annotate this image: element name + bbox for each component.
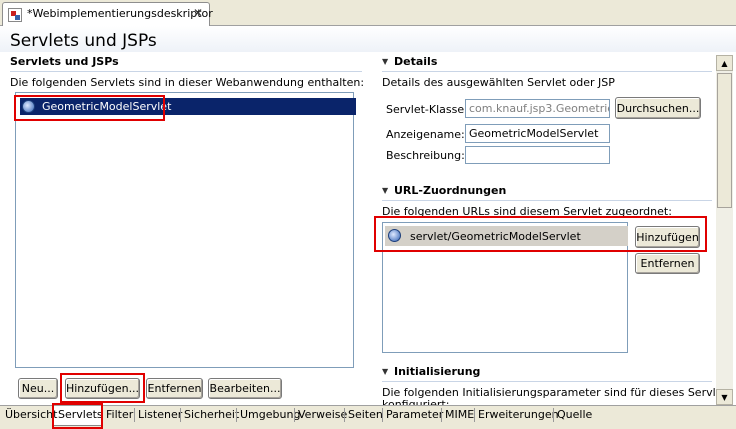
divider: [382, 71, 712, 72]
display-name-field[interactable]: GeometricModelServlet: [465, 124, 610, 143]
tab-source[interactable]: Quelle: [557, 408, 592, 421]
url-mappings-section-title: URL-Zuordnungen: [394, 184, 507, 197]
tab-separator: [382, 408, 383, 422]
tab-separator: [344, 408, 345, 422]
servlet-class-field[interactable]: com.knauf.jsp3.GeometricMc: [465, 99, 610, 118]
editor-tab[interactable]: *Webimplementierungsdeskriptor ✕: [2, 2, 213, 26]
tab-separator: [236, 408, 237, 422]
servlet-class-label: Servlet-Klasse:: [386, 103, 468, 116]
servlets-list[interactable]: [15, 92, 354, 368]
browse-button[interactable]: Durchsuchen...: [615, 97, 701, 119]
divider: [10, 71, 362, 72]
tab-parameters[interactable]: Parameter: [386, 408, 443, 421]
servlets-description: Die folgenden Servlets sind in dieser We…: [10, 76, 365, 89]
tab-separator: [553, 408, 554, 422]
collapse-icon[interactable]: ▼: [382, 367, 388, 376]
editor-tab-label: *Webimplementierungsdeskriptor: [27, 7, 213, 20]
tab-separator: [180, 408, 181, 422]
close-icon[interactable]: ✕: [193, 6, 203, 20]
tab-separator: [474, 408, 475, 422]
web-descriptor-icon: [8, 8, 22, 22]
highlight-servlets-tab: [52, 403, 103, 429]
tab-environment[interactable]: Umgebung: [240, 408, 300, 421]
divider: [382, 381, 712, 382]
scroll-up-icon[interactable]: ▲: [716, 55, 733, 71]
tab-overview[interactable]: Übersicht: [5, 408, 57, 421]
tab-separator: [134, 408, 135, 422]
servlets-section-title: Servlets und JSPs: [10, 55, 119, 68]
tab-mime[interactable]: MIME: [445, 408, 474, 421]
tab-listener[interactable]: Listener: [138, 408, 182, 421]
remove-servlet-button[interactable]: Entfernen: [146, 378, 203, 399]
scroll-thumb[interactable]: [717, 73, 732, 208]
edit-servlet-button[interactable]: Bearbeiten...: [208, 378, 282, 399]
details-description: Details des ausgewählten Servlet oder JS…: [382, 76, 615, 89]
collapse-icon[interactable]: ▼: [382, 186, 388, 195]
tab-extensions[interactable]: Erweiterungen: [478, 408, 559, 421]
highlight-servlet: [14, 95, 165, 121]
tab-separator: [441, 408, 442, 422]
display-name-label: Anzeigename:: [386, 128, 465, 141]
tab-security[interactable]: Sicherheit: [184, 408, 239, 421]
tab-filter[interactable]: Filter: [106, 408, 133, 421]
description-label: Beschreibung:: [386, 149, 465, 162]
new-button[interactable]: Neu...: [18, 378, 58, 399]
highlight-add-button: [60, 373, 145, 403]
vertical-scrollbar[interactable]: ▲ ▼: [716, 55, 733, 405]
scroll-down-icon[interactable]: ▼: [716, 389, 733, 405]
tab-references[interactable]: Verweise: [298, 408, 347, 421]
tab-pages[interactable]: Seiten: [348, 408, 383, 421]
page-title: Servlets und JSPs: [10, 31, 157, 51]
description-field[interactable]: [465, 146, 610, 164]
remove-url-button[interactable]: Entfernen: [635, 253, 700, 274]
tab-separator: [294, 408, 295, 422]
details-section-title: Details: [394, 55, 438, 68]
init-description-2: konfiguriert:: [382, 398, 450, 405]
collapse-icon[interactable]: ▼: [382, 57, 388, 66]
init-section-title: Initialisierung: [394, 365, 481, 378]
highlight-url-mapping: [374, 216, 707, 252]
divider: [382, 200, 712, 201]
